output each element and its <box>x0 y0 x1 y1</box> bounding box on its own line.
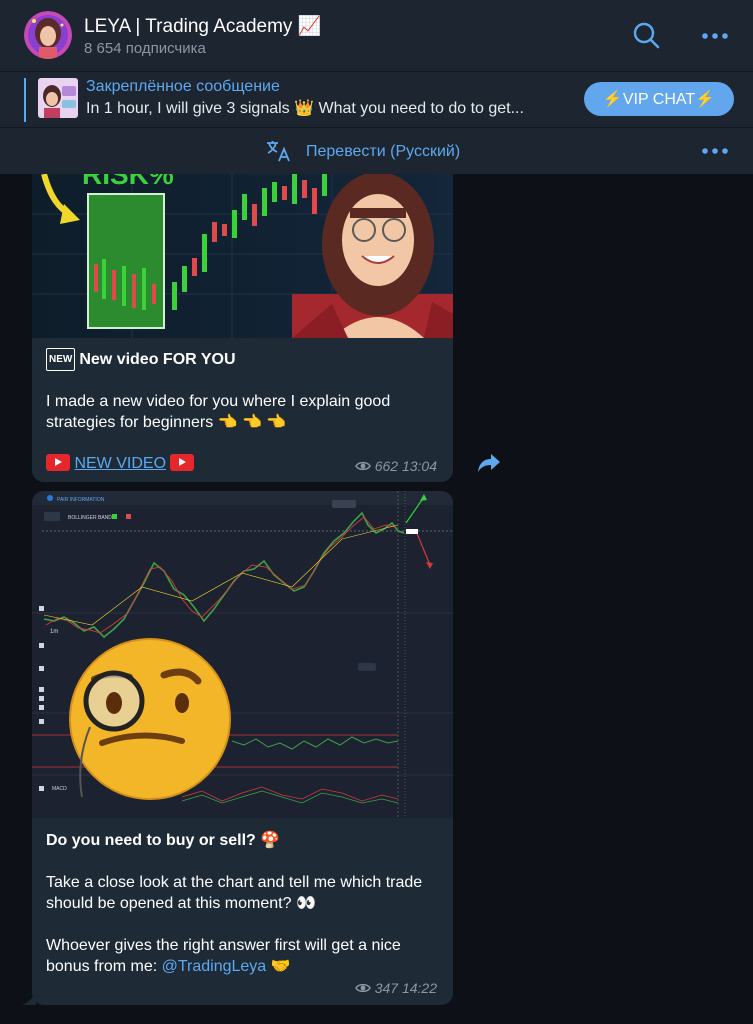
youtube-icon <box>170 454 195 471</box>
new-badge: NEW <box>46 348 76 371</box>
thumbnail-caption: RISK% <box>82 174 174 190</box>
channel-header: LEYA | Trading Academy 📈 8 654 подписчик… <box>0 0 753 72</box>
bubble-tail <box>22 991 36 1005</box>
video-thumbnail[interactable]: RISK% <box>32 174 453 338</box>
search-button[interactable] <box>630 20 662 52</box>
message-bubble: RISK% NEW New video FOR YOU I made a new… <box>32 174 453 482</box>
message-bubble: PAIR INFORMATION BOLLINGER BANDS 1m MACD… <box>32 491 453 1005</box>
message-body: I made a new video for you where I expla… <box>46 393 391 431</box>
message-body: Whoever gives the right answer first wil… <box>46 937 401 975</box>
channel-title: LEYA | Trading Academy 📈 <box>84 16 322 37</box>
views-eye-icon <box>354 461 371 471</box>
message-time: 14:22 <box>401 980 437 996</box>
message-title: Do you need to buy or sell? 🍄 <box>46 832 281 849</box>
view-count: 347 <box>374 980 399 996</box>
views-eye-icon <box>354 983 371 993</box>
pinned-preview: In 1 hour, I will give 3 signals 👑 What … <box>86 100 524 117</box>
message-meta: 347 14:22 <box>354 980 437 996</box>
translate-options-button[interactable] <box>700 139 730 163</box>
mention-link[interactable]: @TradingLeya <box>162 958 267 975</box>
message-title: NEW New video FOR YOU <box>46 348 446 371</box>
translate-bar[interactable]: Перевести (Русский) <box>0 128 753 174</box>
chart-pair-label: PAIR INFORMATION <box>57 497 105 503</box>
more-options-button[interactable] <box>700 24 730 48</box>
translate-label: Перевести (Русский) <box>306 143 461 160</box>
translate-icon <box>267 141 290 162</box>
new-video-link[interactable]: NEW VIDEO <box>74 455 166 472</box>
message-time: 13:04 <box>401 458 437 474</box>
message-meta: 662 13:04 <box>354 458 437 474</box>
pinned-indicator <box>24 78 26 122</box>
share-button[interactable] <box>476 452 502 476</box>
pinned-title: Закреплённое сообщение <box>86 78 280 95</box>
macd-label: MACD <box>52 786 67 792</box>
search-icon <box>633 22 660 48</box>
message-body: Take a close look at the chart and tell … <box>46 874 423 912</box>
indicator-label: BOLLINGER BANDS <box>68 515 116 521</box>
channel-avatar[interactable] <box>24 11 72 59</box>
view-count: 662 <box>374 458 399 474</box>
timeframe-label: 1m <box>50 629 58 635</box>
monocle-emoji <box>69 638 231 800</box>
vip-chat-button[interactable]: ⚡️VIP CHAT⚡️ <box>584 82 734 116</box>
pinned-message-bar[interactable]: Закреплённое сообщение In 1 hour, I will… <box>0 72 753 128</box>
pinned-thumbnail <box>38 78 78 118</box>
more-dots-icon <box>702 148 728 154</box>
youtube-icon <box>46 454 70 471</box>
more-dots-icon <box>702 33 728 39</box>
subscriber-count: 8 654 подписчика <box>84 40 206 57</box>
forward-arrow-icon <box>478 454 500 472</box>
chart-image[interactable]: PAIR INFORMATION BOLLINGER BANDS 1m MACD <box>32 491 453 818</box>
